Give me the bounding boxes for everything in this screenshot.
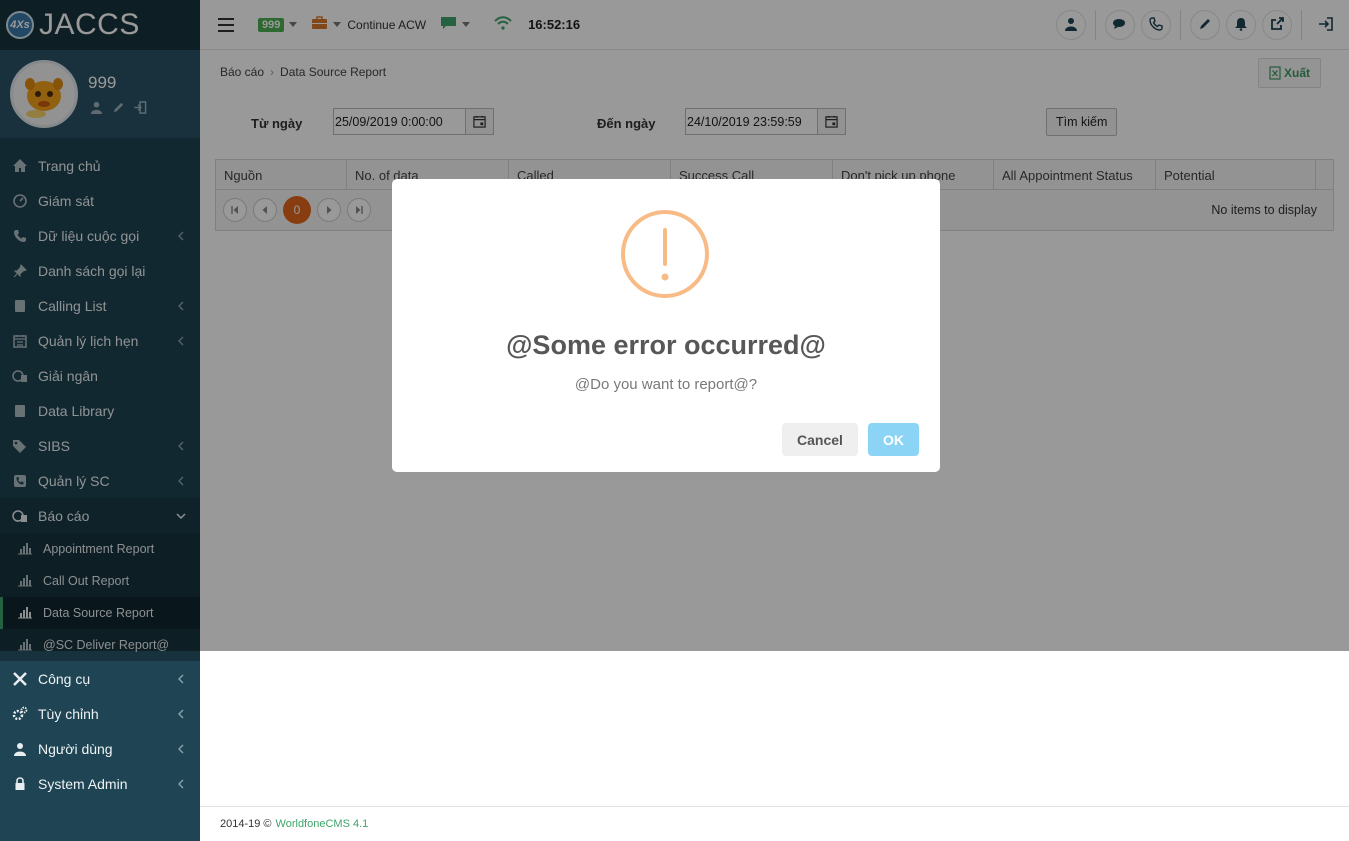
footer-product-link[interactable]: WorldfoneCMS 4.1 bbox=[276, 818, 369, 830]
dialog-message: @Do you want to report@? bbox=[574, 376, 758, 393]
sidebar-item-users[interactable]: Người dùng bbox=[0, 731, 200, 766]
footer-copyright: 2014-19 © bbox=[220, 818, 272, 830]
chevron-left-icon bbox=[176, 743, 186, 754]
error-dialog: @Some error occurred@ @Do you want to re… bbox=[392, 179, 940, 472]
sidebar-item-customize[interactable]: Tùy chỉnh bbox=[0, 696, 200, 731]
footer: 2014-19 © WorldfoneCMS 4.1 bbox=[200, 806, 1349, 841]
sidebar-menu-bottom: Công cụ Tùy chỉnh Người dùng System Admi… bbox=[0, 661, 200, 801]
sidebar-item-label: Người dùng bbox=[38, 740, 113, 757]
chevron-left-icon bbox=[176, 673, 186, 684]
ok-button[interactable]: OK bbox=[868, 423, 919, 456]
sidebar-item-label: Tùy chỉnh bbox=[38, 705, 99, 722]
chevron-left-icon bbox=[176, 708, 186, 719]
cogs-icon bbox=[11, 705, 29, 723]
sidebar-item-label: Công cụ bbox=[38, 670, 91, 687]
chevron-left-icon bbox=[176, 778, 186, 789]
sidebar-item-system-admin[interactable]: System Admin bbox=[0, 766, 200, 801]
dialog-title: @Some error occurred@ bbox=[506, 330, 826, 360]
sidebar-item-tools[interactable]: Công cụ bbox=[0, 661, 200, 696]
user-icon bbox=[11, 740, 29, 758]
lock-icon bbox=[11, 775, 29, 793]
tools-icon bbox=[11, 670, 29, 688]
warning-icon bbox=[621, 210, 709, 298]
sidebar-item-label: System Admin bbox=[38, 775, 128, 792]
cancel-button[interactable]: Cancel bbox=[782, 423, 858, 456]
